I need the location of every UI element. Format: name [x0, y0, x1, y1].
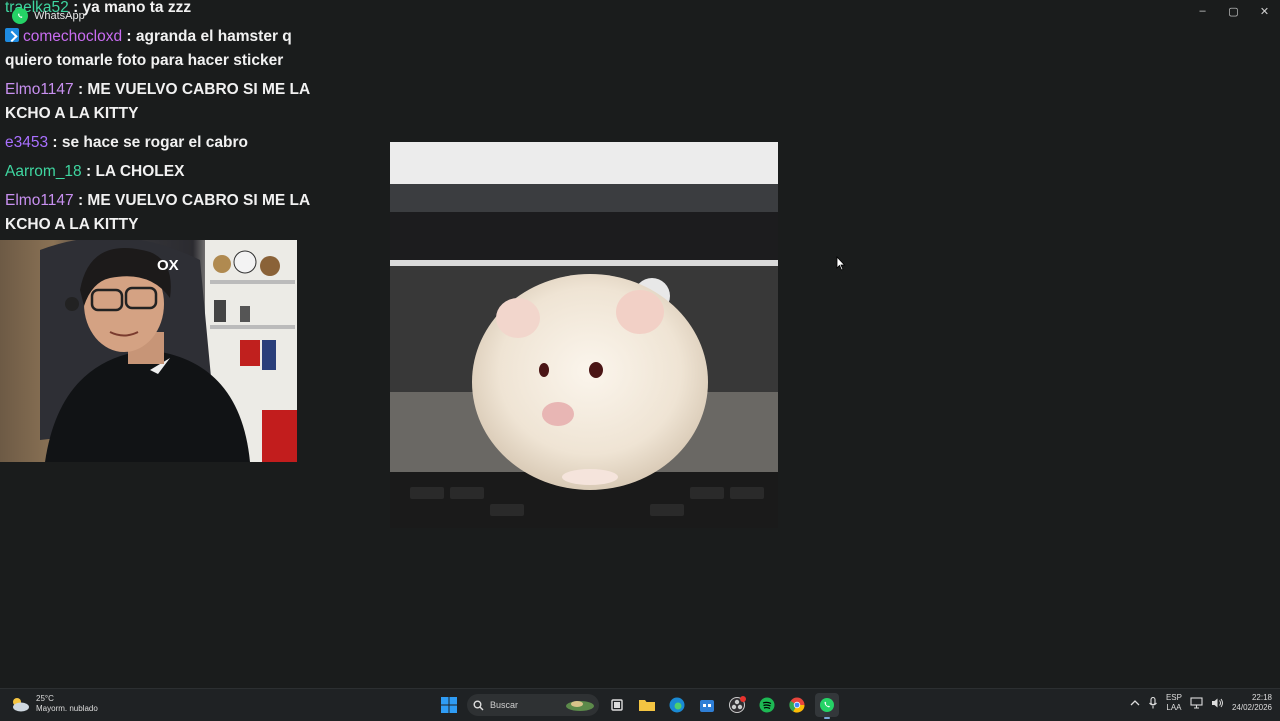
active-indicator [824, 717, 830, 719]
chat-text: : ya mano ta zzz [68, 0, 192, 16]
clock-date: 24/02/2026 [1231, 703, 1272, 712]
chat-username[interactable]: comechocloxd [23, 28, 122, 45]
network-icon[interactable] [1190, 697, 1203, 709]
recording-badge [740, 696, 746, 702]
taskbar-search[interactable]: Buscar [467, 694, 599, 716]
language-line2: LAA [1166, 703, 1182, 712]
chrome-icon [789, 697, 805, 713]
cloudy-weather-icon [13, 698, 29, 712]
chat-text: : se hace se rogar el cabro [48, 134, 248, 151]
search-icon [473, 700, 484, 710]
chat-text: : LA CHOLEX [81, 163, 185, 180]
maximize-button[interactable]: ▢ [1218, 0, 1249, 22]
edge-browser-icon [669, 697, 685, 713]
overlay-logo: OX [157, 257, 179, 274]
chat-overlay: traelka52 : ya mano ta zzz comechocloxd :… [0, 0, 320, 240]
chevron-up-icon[interactable] [1130, 698, 1140, 708]
chat-message: Elmo1147 : ME VUELVO CABRO SI ME LA KCHO… [0, 187, 320, 240]
chat-message: e3453 : se hace se rogar el cabro [0, 129, 320, 158]
whatsapp-icon [820, 698, 834, 712]
minimize-button[interactable]: – [1187, 0, 1218, 22]
edge-button[interactable] [665, 693, 689, 717]
store-button[interactable] [695, 693, 719, 717]
clock-time: 22:18 [1251, 693, 1272, 702]
language-line1: ESP [1165, 693, 1182, 702]
mouse-cursor-icon [836, 255, 846, 276]
chat-username[interactable]: e3453 [5, 134, 48, 151]
weather-temp: 25°C [36, 694, 54, 703]
search-highlight-icon [566, 701, 594, 711]
subscriber-badge-icon [5, 28, 19, 42]
chat-message: Elmo1147 : ME VUELVO CABRO SI ME LA KCHO… [0, 76, 320, 129]
whatsapp-logo-icon [12, 8, 28, 24]
taskbar-apps: Buscar [437, 693, 839, 719]
folder-icon [639, 700, 655, 711]
volume-icon[interactable] [1211, 697, 1224, 709]
streamer-image: OX [40, 240, 297, 462]
store-icon [700, 700, 714, 712]
system-clock[interactable]: 22:18 24/02/2026 [1232, 693, 1272, 713]
chrome-button[interactable] [785, 693, 809, 717]
spotify-button[interactable] [755, 693, 779, 717]
chat-username[interactable]: Elmo1147 [5, 81, 74, 98]
chat-message: comechocloxd : agranda el hamster q quie… [0, 23, 320, 76]
chat-username[interactable]: Elmo1147 [5, 192, 74, 209]
spotify-icon [759, 697, 775, 713]
search-placeholder: Buscar [490, 700, 519, 710]
file-explorer-button[interactable] [635, 693, 659, 717]
taskbar: 25°C Mayorm. nublado Buscar ESP LAA 22:1… [0, 688, 1280, 721]
start-button[interactable] [437, 693, 461, 717]
window-title: WhatsApp [12, 8, 85, 24]
close-button[interactable]: ✕ [1249, 0, 1280, 22]
weather-desc: Mayorm. nublado [36, 704, 98, 713]
hamster-image [390, 142, 778, 528]
chat-username[interactable]: Aarrom_18 [5, 163, 82, 180]
task-view-button[interactable] [605, 693, 629, 717]
system-tray: ESP LAA 22:18 24/02/2026 [1130, 693, 1272, 713]
webcam-feed: OX [0, 240, 297, 462]
window-controls: – ▢ ✕ [1187, 0, 1280, 22]
app-title: WhatsApp [34, 10, 85, 22]
language-indicator[interactable]: ESP LAA [1166, 693, 1182, 713]
chat-message: Aarrom_18 : LA CHOLEX [0, 158, 320, 187]
task-view-icon [611, 699, 623, 711]
windows-logo-icon [441, 697, 457, 713]
whatsapp-button[interactable] [815, 693, 839, 719]
obs-button[interactable] [725, 693, 749, 717]
microphone-icon[interactable] [1148, 697, 1158, 709]
weather-widget[interactable]: 25°C Mayorm. nublado [10, 694, 98, 714]
